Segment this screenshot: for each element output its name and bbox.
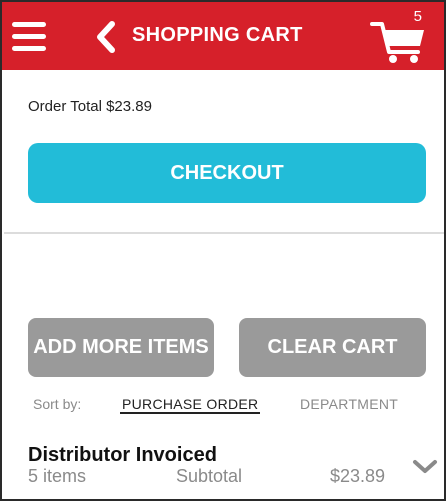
chevron-down-icon[interactable] [412,458,438,476]
group-subtotal-value: $23.89 [330,466,386,486]
clear-cart-button[interactable]: CLEAR CART [239,318,426,377]
checkout-button[interactable]: CHECKOUT [28,143,426,203]
cart-count-badge: 5 [413,8,422,25]
page-title: SHOPPING CART [132,24,303,46]
hamburger-menu-icon[interactable] [12,22,46,52]
cart-button[interactable]: 5 [370,8,430,64]
order-total: Order Total $23.89 [28,98,152,115]
app-header: SHOPPING CART 5 [2,2,444,70]
divider [4,232,444,234]
group-subtotal-label: Subtotal [176,466,243,486]
group-title: Distributor Invoiced [28,444,217,466]
chevron-left-icon[interactable] [92,20,120,54]
group-item-count: 5 items [28,466,87,486]
sort-selected-indicator [120,412,260,414]
add-more-items-button[interactable]: ADD MORE ITEMS [28,318,214,377]
app-frame: SHOPPING CART 5 Order Total $23.89 CHECK… [0,0,446,501]
sort-option-purchase-order[interactable]: PURCHASE ORDER [122,396,258,412]
sort-option-department[interactable]: DEPARTMENT [300,396,398,412]
sort-label: Sort by: [33,396,82,412]
